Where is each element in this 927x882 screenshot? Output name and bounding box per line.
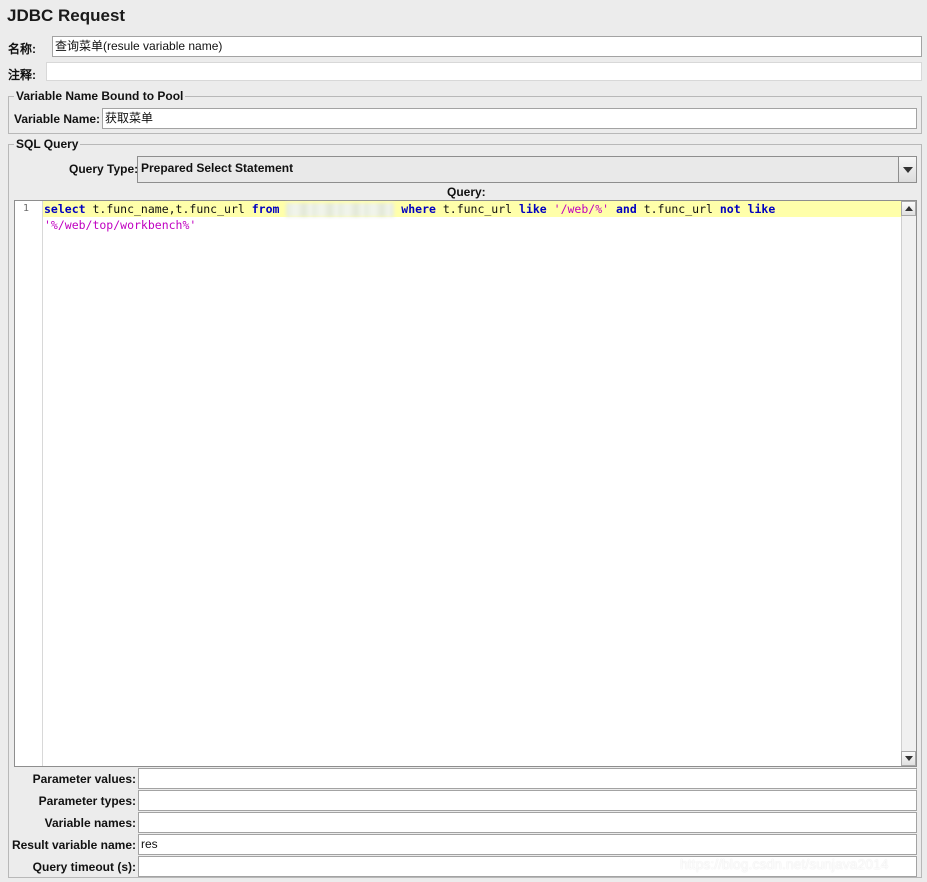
comment-label: 注释: bbox=[8, 68, 36, 82]
name-field[interactable]: 查询菜单(resule variable name) bbox=[52, 36, 922, 57]
result-variable-name-field[interactable]: res bbox=[138, 834, 917, 855]
variable-names-field[interactable] bbox=[138, 812, 917, 833]
query-timeout-label: Query timeout (s): bbox=[32, 860, 136, 874]
sql-keyword: where bbox=[401, 202, 436, 216]
query-editor[interactable] bbox=[14, 200, 917, 767]
scroll-down-button[interactable] bbox=[901, 751, 916, 766]
sql-keyword: from bbox=[251, 202, 280, 216]
sql-query-legend: SQL Query bbox=[14, 137, 81, 151]
variable-names-label: Variable names: bbox=[44, 816, 136, 830]
sql-text: t.func_url bbox=[435, 202, 520, 216]
scroll-up-button[interactable] bbox=[901, 201, 916, 216]
query-type-label: Query Type: bbox=[69, 162, 139, 176]
editor-scrollbar[interactable] bbox=[901, 201, 916, 766]
query-label: Query: bbox=[447, 185, 486, 199]
arrow-down-icon bbox=[904, 756, 913, 761]
pool-group-legend: Variable Name Bound to Pool bbox=[14, 89, 186, 103]
sql-keyword: select bbox=[44, 202, 86, 216]
pool-variable-label: Variable Name: bbox=[14, 112, 101, 126]
sql-text: t.func_name,t.func_url bbox=[85, 202, 252, 216]
parameter-types-label: Parameter types: bbox=[38, 794, 136, 808]
sql-string: '%/web/top/workbench%' bbox=[44, 218, 197, 232]
code-line-1-wrap: '%/web/top/workbench%' bbox=[44, 217, 196, 233]
sql-string: '/web/%' bbox=[553, 202, 610, 216]
code-line-1: select t.func_name,t.func_url from where… bbox=[44, 201, 775, 217]
parameter-values-label: Parameter values: bbox=[32, 772, 136, 786]
redacted-table-name bbox=[286, 202, 395, 217]
line-number: 1 bbox=[23, 203, 30, 214]
sql-keyword: like bbox=[747, 202, 776, 216]
comment-field[interactable] bbox=[46, 62, 922, 81]
parameter-values-field[interactable] bbox=[138, 768, 917, 789]
name-label: 名称: bbox=[8, 42, 36, 56]
query-type-dropdown-button[interactable] bbox=[898, 157, 916, 182]
sql-keyword: not bbox=[719, 202, 741, 216]
sql-keyword: and bbox=[615, 202, 637, 216]
parameter-types-field[interactable] bbox=[138, 790, 917, 811]
page-title: JDBC Request bbox=[7, 6, 126, 25]
editor-gutter bbox=[15, 201, 43, 766]
arrow-up-icon bbox=[904, 206, 913, 211]
sql-text: t.func_url bbox=[636, 202, 720, 216]
watermark-text: https://blog.csdn.net/sunjava2014 bbox=[680, 856, 889, 872]
sql-keyword: like bbox=[519, 202, 547, 216]
query-type-value: Prepared Select Statement bbox=[141, 161, 294, 175]
pool-variable-field[interactable]: 获取菜单 bbox=[102, 108, 917, 129]
result-variable-name-label: Result variable name: bbox=[11, 838, 136, 852]
chevron-down-icon bbox=[902, 166, 913, 173]
query-type-select[interactable]: Prepared Select Statement bbox=[137, 156, 917, 183]
